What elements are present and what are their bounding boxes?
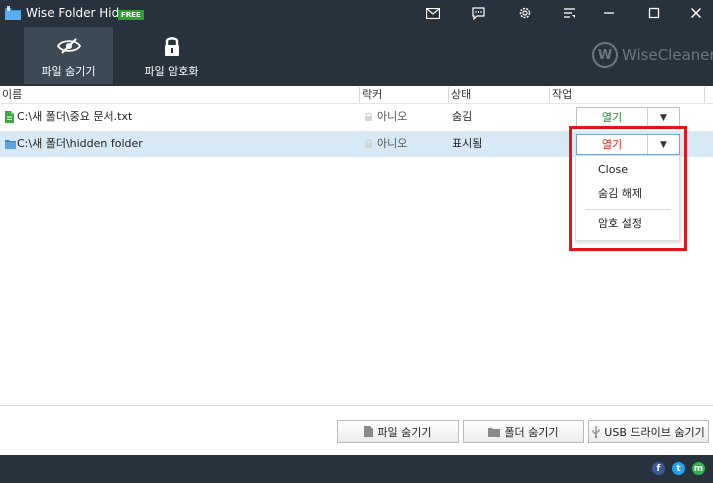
app-logo-icon [4,5,22,21]
menu-item-set-password[interactable]: 암호 설정 [576,213,679,235]
column-status[interactable]: 상태 [449,86,471,104]
usb-icon [592,425,600,438]
twitter-icon[interactable]: t [672,462,685,475]
wisecleaner-logo-icon: W [592,42,618,68]
tab-hide-file-label: 파일 숨기기 [41,65,96,78]
table-row[interactable]: C:\새 폴더\중요 문서.txt 아니오 숨김 열기 ▼ [0,104,713,130]
settings-icon[interactable] [516,4,534,22]
menu-icon[interactable] [560,4,578,22]
column-name[interactable]: 이름 [0,86,22,104]
footer-bar: f t m [0,455,713,483]
file-path: C:\새 폴더\hidden folder [17,137,143,150]
locker-cell: 아니오 [364,131,407,157]
chevron-down-icon[interactable]: ▼ [647,108,679,127]
minimize-icon[interactable] [600,4,618,22]
column-action[interactable]: 작업 [550,86,572,104]
hide-usb-label: USB 드라이브 숨기기 [604,425,705,439]
action-dropdown-menu: Close 숨김 해제 암호 설정 [575,155,680,241]
hide-folder-button[interactable]: 폴더 숨기기 [463,420,584,443]
hide-folder-label: 폴더 숨기기 [504,425,559,439]
chevron-down-icon[interactable]: ▼ [647,135,679,154]
maximize-icon[interactable] [645,4,663,22]
small-lock-icon [365,112,372,121]
wisecleaner-brand: W WiseCleaner [592,42,713,68]
file-path: C:\새 폴더\중요 문서.txt [17,110,133,123]
title-bar: Wise Folder Hider FREE [0,0,713,26]
folder-icon [5,139,16,152]
eye-slash-icon [56,35,81,57]
bottom-toolbar: 파일 숨기기 폴더 숨기기 USB 드라이브 숨기기 [0,405,713,455]
locker-cell: 아니오 [364,104,407,130]
status-value: 숨김 [452,110,473,123]
mail-icon[interactable] [424,4,442,22]
app-title: Wise Folder Hider [26,6,132,20]
facebook-icon[interactable]: f [652,462,665,475]
open-button[interactable]: 열기 [577,135,647,154]
menu-divider [585,209,671,210]
column-divider[interactable] [704,87,705,103]
tab-hide-file[interactable]: 파일 숨기기 [24,27,113,84]
menu-item-close[interactable]: Close [576,159,679,181]
status-value: 표시됨 [452,137,483,150]
list-header: 이름 락커 상태 작업 [0,86,713,104]
hide-file-button[interactable]: 파일 숨기기 [337,420,459,443]
lock-icon [163,35,181,57]
locker-value: 아니오 [377,110,408,123]
table-row[interactable]: C:\새 폴더\hidden folder 아니오 표시됨 열기 ▼ [0,131,713,157]
menu-item-unhide[interactable]: 숨김 해제 [576,183,679,205]
tab-encrypt-file-label: 파일 암호화 [144,65,199,78]
close-icon[interactable] [687,4,705,22]
feedback-icon[interactable] [469,4,487,22]
free-badge: FREE [118,10,144,20]
brand-name: WiseCleaner [622,46,713,64]
open-button[interactable]: 열기 [577,108,647,127]
action-split-button: 열기 ▼ [576,134,680,155]
file-icon [5,111,14,126]
action-split-button: 열기 ▼ [576,107,680,128]
small-lock-icon [365,139,372,148]
message-icon[interactable]: m [692,462,705,475]
locker-value: 아니오 [377,137,408,150]
tab-encrypt-file[interactable]: 파일 암호화 [127,27,216,84]
folder-icon [488,427,501,437]
file-icon [364,426,374,437]
app-header: Wise Folder Hider FREE 파일 숨기기 파일 암호화 W W… [0,0,713,86]
hide-usb-button[interactable]: USB 드라이브 숨기기 [588,420,709,443]
hide-file-label: 파일 숨기기 [377,425,432,439]
column-locker[interactable]: 락커 [360,86,382,104]
